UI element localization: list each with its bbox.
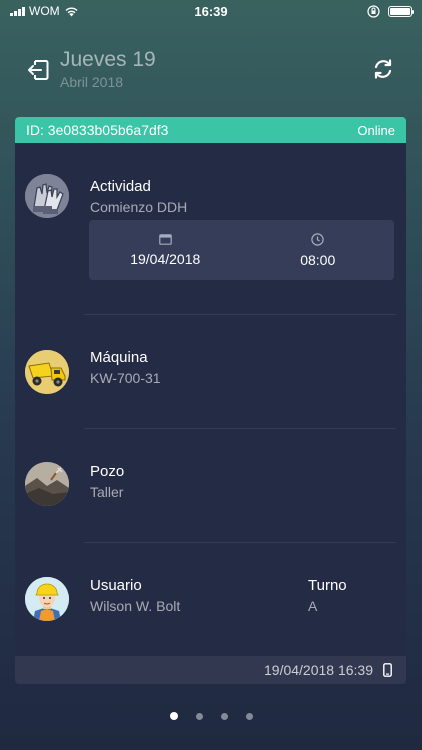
machine-title: Máquina <box>90 349 148 366</box>
page-indicator[interactable] <box>0 712 422 720</box>
activity-value: Comienzo DDH <box>90 199 188 215</box>
device-id: ID: 3e0833b05b6a7df3 <box>26 122 169 138</box>
signal-icon <box>10 6 25 16</box>
refresh-button[interactable] <box>368 54 398 84</box>
page-dot-4[interactable] <box>245 712 253 720</box>
status-bar: WOM 16:39 <box>0 0 422 22</box>
machine-value: KW-700-31 <box>90 370 161 386</box>
activity-datetime[interactable]: 19/04/2018 08:00 <box>89 220 394 280</box>
worker-avatar-icon <box>25 577 69 621</box>
machine-row[interactable]: Máquina KW-700-31 <box>15 315 406 429</box>
user-title: Usuario <box>90 577 142 594</box>
pit-value: Taller <box>90 484 124 500</box>
activity-time: 08:00 <box>300 251 336 268</box>
page-dot-1[interactable] <box>169 712 178 720</box>
gloves-icon <box>25 174 69 218</box>
pit-row[interactable]: Pozo Taller <box>15 429 406 543</box>
activity-row[interactable]: Actividad Comienzo DDH 19/04/2018 08:00 <box>15 143 406 312</box>
clock-icon <box>311 232 324 246</box>
pit-title: Pozo <box>90 463 125 480</box>
device-id-bar: ID: 3e0833b05b6a7df3 Online <box>15 117 406 143</box>
sync-timestamp: 19/04/2018 16:39 <box>264 662 373 678</box>
orientation-lock-icon <box>367 4 380 18</box>
phone-icon <box>383 663 392 677</box>
shift-title: Turno <box>308 577 347 594</box>
status-badge: Online <box>357 122 395 138</box>
page-dot-2[interactable] <box>195 712 203 720</box>
page-dot-3[interactable] <box>220 712 228 720</box>
calendar-icon <box>158 234 172 245</box>
battery-icon <box>388 5 414 17</box>
user-row[interactable]: Usuario Wilson W. Bolt Turno A <box>15 543 406 656</box>
wifi-icon <box>65 7 78 16</box>
shift-value: A <box>308 598 318 614</box>
logout-icon <box>28 60 49 80</box>
header: Jueves 19 Abril 2018 <box>24 48 398 94</box>
activity-title: Actividad <box>90 178 151 195</box>
activity-date: 19/04/2018 <box>130 251 201 267</box>
header-date: Abril 2018 <box>60 74 124 90</box>
dump-truck-icon <box>25 350 69 394</box>
shift-card: ID: 3e0833b05b6a7df3 Online Actividad Co… <box>15 117 406 684</box>
mine-pit-icon <box>25 462 69 506</box>
refresh-icon <box>374 59 392 79</box>
user-value: Wilson W. Bolt <box>90 598 181 614</box>
carrier-label: WOM <box>29 4 60 18</box>
logout-button[interactable] <box>24 56 52 84</box>
card-footer: 19/04/2018 16:39 <box>15 656 406 684</box>
header-day: Jueves 19 <box>60 48 156 71</box>
